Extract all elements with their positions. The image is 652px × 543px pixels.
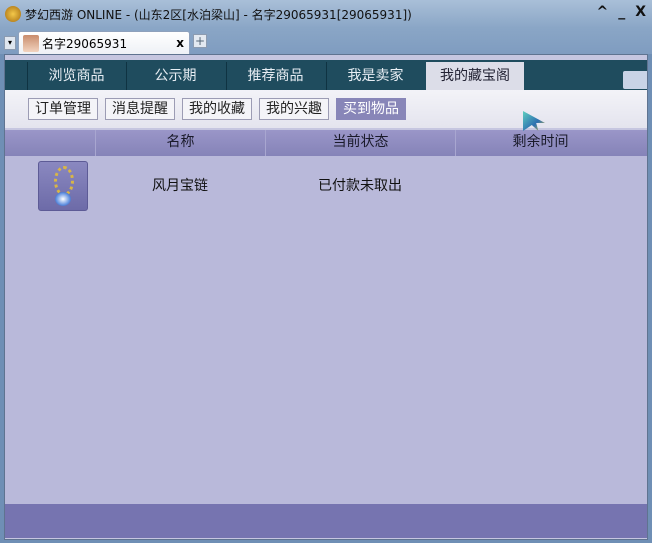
col-remaining: 剩余时间: [455, 130, 625, 156]
close-button[interactable]: X: [635, 4, 646, 20]
necklace-icon: [38, 161, 88, 211]
item-name: 风月宝链: [152, 178, 208, 194]
nav-right-button[interactable]: [623, 71, 647, 89]
app-logo-icon: [5, 6, 21, 22]
nav-recommend[interactable]: 推荐商品: [226, 62, 324, 90]
sub-orders[interactable]: 订单管理: [28, 98, 98, 120]
sub-messages[interactable]: 消息提醒: [105, 98, 175, 120]
restore-button[interactable]: ^: [596, 4, 608, 20]
tab-dropdown-button[interactable]: ▾: [4, 36, 16, 50]
character-tab-label: 名字29065931: [42, 36, 128, 51]
character-tab[interactable]: 名字29065931 x: [18, 31, 190, 54]
minimize-button[interactable]: _: [618, 4, 625, 20]
sub-favorites[interactable]: 我的收藏: [182, 98, 252, 120]
sub-nav: 订单管理 消息提醒 我的收藏 我的兴趣 买到物品: [5, 90, 647, 128]
nav-public[interactable]: 公示期: [126, 62, 224, 90]
main-nav: 浏览商品 公示期 推荐商品 我是卖家 我的藏宝阁: [5, 60, 647, 90]
sub-interests[interactable]: 我的兴趣: [259, 98, 329, 120]
tab-close-icon[interactable]: x: [176, 36, 184, 50]
item-status: 已付款未取出: [318, 178, 402, 194]
col-name: 名称: [95, 130, 265, 156]
item-remaining: [455, 156, 625, 216]
add-tab-button[interactable]: +: [193, 34, 207, 48]
avatar: [23, 34, 39, 52]
nav-browse[interactable]: 浏览商品: [27, 62, 125, 90]
table-body: 风月宝链 已付款未取出: [5, 156, 647, 504]
nav-my-treasure[interactable]: 我的藏宝阁: [426, 62, 524, 90]
nav-seller[interactable]: 我是卖家: [326, 62, 424, 90]
table-header: 名称 当前状态 剩余时间: [5, 130, 647, 156]
table-row[interactable]: 风月宝链 已付款未取出: [5, 156, 647, 216]
window-title: 梦幻西游 ONLINE - (山东2区[水泊梁山] - 名字29065931[2…: [25, 7, 412, 22]
col-status: 当前状态: [265, 130, 455, 156]
sub-bought[interactable]: 买到物品: [336, 98, 406, 120]
footer-bar: [5, 504, 647, 538]
title-bar: 梦幻西游 ONLINE - (山东2区[水泊梁山] - 名字29065931[2…: [0, 0, 652, 28]
main-frame: 浏览商品 公示期 推荐商品 我是卖家 我的藏宝阁 订单管理 消息提醒 我的收藏 …: [4, 54, 648, 540]
tab-strip: ▾ 名字29065931 x +: [0, 28, 652, 54]
